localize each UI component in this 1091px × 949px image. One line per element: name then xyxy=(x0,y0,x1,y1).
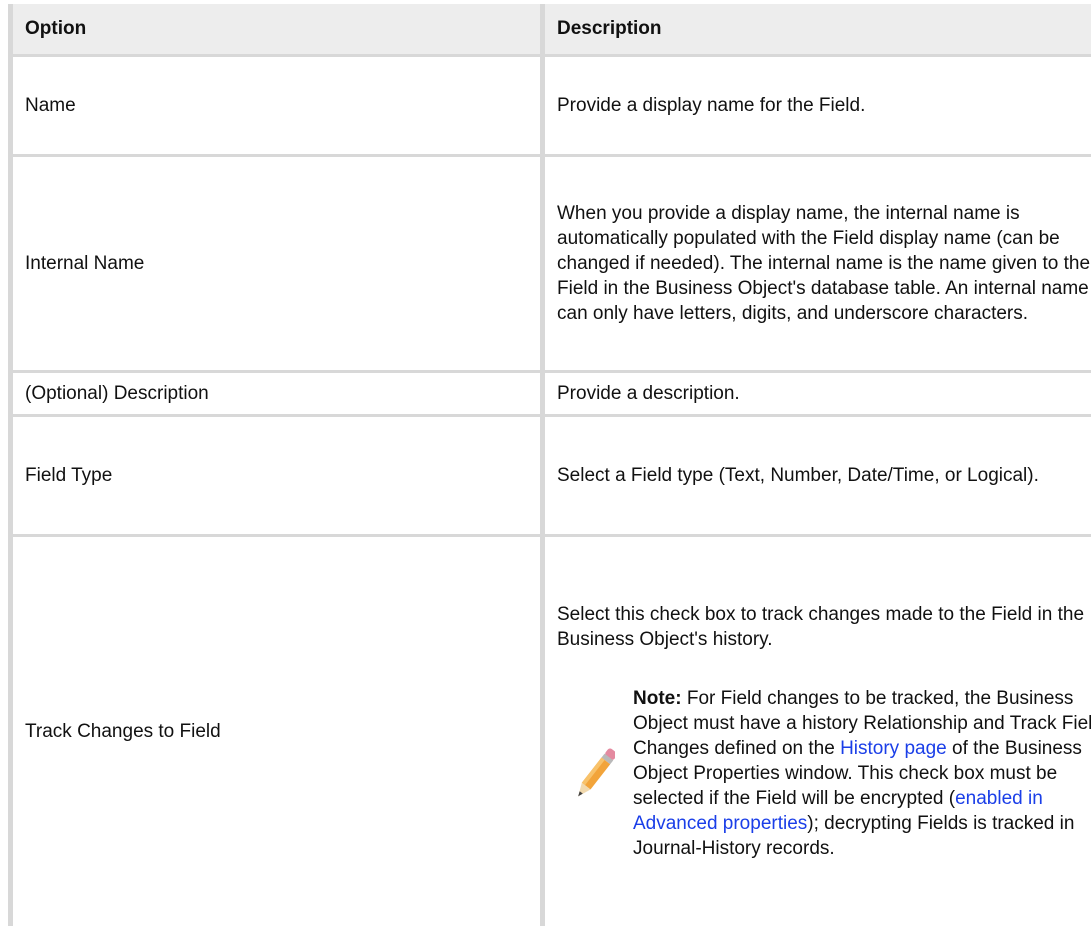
track-description: Select this check box to track changes m… xyxy=(557,602,1091,652)
header-option: Option xyxy=(11,4,543,56)
description-cell: Select a Field type (Text, Number, Date/… xyxy=(543,416,1091,536)
pencil-icon xyxy=(557,742,633,806)
table-row: (Optional) Description Provide a descrip… xyxy=(11,372,1091,416)
options-table: Option Description Name Provide a displa… xyxy=(8,4,1091,926)
description-cell: When you provide a display name, the int… xyxy=(543,156,1091,372)
option-cell: Track Changes to Field xyxy=(11,536,543,927)
table-row: Name Provide a display name for the Fiel… xyxy=(11,56,1091,156)
option-cell: Field Type xyxy=(11,416,543,536)
option-cell: (Optional) Description xyxy=(11,372,543,416)
table-row: Internal Name When you provide a display… xyxy=(11,156,1091,372)
table-row: Field Type Select a Field type (Text, Nu… xyxy=(11,416,1091,536)
option-cell: Name xyxy=(11,56,543,156)
note-text: Note: For Field changes to be tracked, t… xyxy=(633,686,1091,861)
description-cell: Provide a display name for the Field. xyxy=(543,56,1091,156)
description-cell: Select this check box to track changes m… xyxy=(543,536,1091,927)
description-cell: Provide a description. xyxy=(543,372,1091,416)
header-description: Description xyxy=(543,4,1091,56)
note-label: Note: xyxy=(633,688,682,709)
history-page-link[interactable]: History page xyxy=(840,738,947,759)
table-header-row: Option Description xyxy=(11,4,1091,56)
note-callout: Note: For Field changes to be tracked, t… xyxy=(557,686,1091,861)
table-row: Track Changes to Field Select this check… xyxy=(11,536,1091,927)
option-cell: Internal Name xyxy=(11,156,543,372)
